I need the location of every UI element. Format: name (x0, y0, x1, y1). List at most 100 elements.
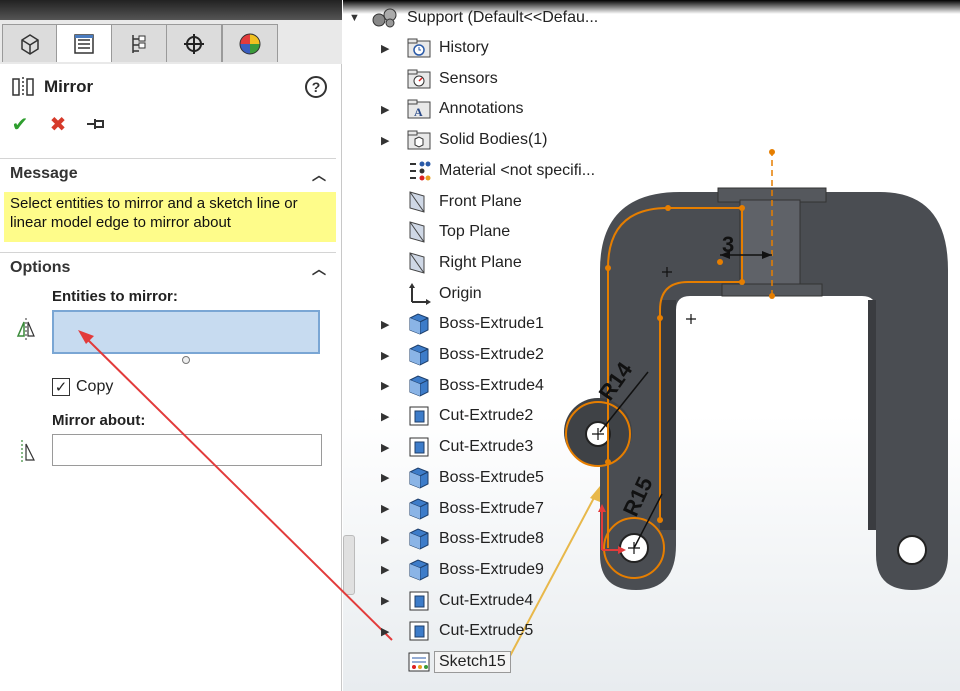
property-manager: Mirror ? ✔ ✖ Message ︿ Select entities t… (0, 0, 342, 691)
chevron-right-icon[interactable]: ▶ (381, 349, 391, 362)
history-folder-icon (405, 35, 433, 61)
annotations-folder-icon: A (405, 96, 433, 122)
tree-item-boss-extrude5[interactable]: ▶ Boss-Extrude5 (343, 464, 643, 492)
tab-display-manager[interactable] (222, 24, 278, 62)
tree-item-label: Top Plane (439, 223, 511, 241)
tree-root[interactable]: ▼ Support (Default<<Defau... (343, 4, 643, 32)
sensors-folder-icon (405, 66, 433, 92)
tree-item-right-plane[interactable]: Right Plane (343, 249, 643, 277)
part-icon (371, 5, 399, 31)
tree-item-cut-extrude3[interactable]: ▶ Cut-Extrude3 (343, 433, 643, 461)
top-strip (0, 0, 342, 20)
tree-item-annotations[interactable]: ▶ A Annotations (343, 95, 643, 123)
tree-item-label: Solid Bodies(1) (439, 131, 548, 149)
tree-item-label: Origin (439, 284, 482, 302)
chevron-right-icon[interactable]: ▶ (381, 625, 391, 638)
svg-text:A: A (414, 105, 423, 119)
tree-item-front-plane[interactable]: Front Plane (343, 188, 643, 216)
ok-button[interactable]: ✔ (8, 112, 32, 136)
tree-item-cut-extrude5[interactable]: ▶ Cut-Extrude5 (343, 617, 643, 645)
tab-configuration-manager[interactable] (111, 24, 167, 62)
help-icon[interactable]: ? (305, 76, 327, 98)
tree-item-top-plane[interactable]: Top Plane (343, 218, 643, 246)
mirror-about-icon (21, 440, 35, 462)
chevron-right-icon[interactable]: ▶ (381, 563, 391, 576)
chevron-right-icon[interactable]: ▶ (381, 379, 391, 392)
tree-item-sensors[interactable]: Sensors (343, 65, 643, 93)
chevron-up-icon[interactable]: ︿ (312, 165, 326, 185)
entities-to-mirror-field[interactable] (52, 310, 320, 364)
chevron-right-icon[interactable]: ▶ (381, 533, 391, 546)
tree-item-label: Front Plane (439, 192, 522, 210)
cut-extrude-icon (405, 403, 433, 429)
resize-handle[interactable] (182, 356, 190, 364)
boss-extrude-icon (405, 311, 433, 337)
tree-item-label: Sensors (439, 69, 498, 87)
chevron-right-icon[interactable]: ▶ (381, 103, 391, 116)
boss-extrude-icon (405, 496, 433, 522)
chevron-right-icon[interactable]: ▶ (381, 471, 391, 484)
tree-item-label: Boss-Extrude4 (439, 376, 544, 394)
tree-item-label: Boss-Extrude1 (439, 315, 544, 333)
tree-item-label: Boss-Extrude2 (439, 346, 544, 363)
pushpin-icon (87, 119, 104, 129)
mirror-about-field[interactable] (52, 434, 322, 466)
tree-item-cut-extrude4[interactable]: ▶ Cut-Extrude4 (343, 587, 643, 615)
solid-bodies-folder-icon (405, 127, 433, 153)
tree-item-label: Cut-Extrude2 (439, 407, 534, 425)
copy-option[interactable]: ✓ Copy (52, 378, 113, 396)
tree-item-boss-extrude4[interactable]: ▶ Boss-Extrude4 (343, 372, 643, 400)
message-section-header[interactable]: Message ︿ (0, 158, 336, 188)
cut-extrude-icon (405, 434, 433, 460)
tab-property-manager[interactable] (56, 24, 112, 62)
plane-icon (405, 189, 433, 215)
feature-title: Mirror (10, 74, 93, 100)
action-buttons: ✔ ✖ (8, 112, 108, 136)
tree-item-material-not-specifi[interactable]: Material <not specifi... (343, 157, 643, 185)
chevron-right-icon[interactable]: ▶ (381, 134, 391, 147)
boss-extrude-icon (405, 373, 433, 399)
boss-extrude-icon (405, 342, 433, 368)
tree-item-cut-extrude2[interactable]: ▶ Cut-Extrude2 (343, 402, 643, 430)
tree-item-label: Annotations (439, 100, 524, 118)
chevron-right-icon[interactable]: ▶ (381, 594, 391, 607)
copy-checkbox[interactable]: ✓ (52, 378, 70, 396)
tree-item-sketch15[interactable]: Sketch15 (343, 648, 643, 676)
tree-item-boss-extrude2[interactable]: ▶ Boss-Extrude2 (343, 341, 643, 369)
tree-item-label: Material <not specifi... (439, 161, 596, 179)
copy-label: Copy (76, 378, 114, 395)
tree-item-history[interactable]: ▶ History (343, 34, 643, 62)
mirror-icon (12, 77, 34, 97)
boss-extrude-icon (405, 526, 433, 552)
chevron-up-icon[interactable]: ︿ (312, 259, 326, 279)
tree-item-boss-extrude7[interactable]: ▶ Boss-Extrude7 (343, 495, 643, 523)
manager-tabs (0, 0, 342, 64)
display-manager-icon (239, 33, 261, 54)
tree-item-label: Right Plane (439, 253, 522, 271)
tree-item-label: Boss-Extrude8 (439, 530, 544, 548)
tree-item-boss-extrude8[interactable]: ▶ Boss-Extrude8 (343, 525, 643, 553)
options-section-header[interactable]: Options ︿ (0, 252, 336, 282)
cancel-button[interactable]: ✖ (46, 112, 70, 136)
material-icon (405, 158, 433, 184)
tree-item-boss-extrude9[interactable]: ▶ Boss-Extrude9 (343, 556, 643, 584)
chevron-right-icon[interactable]: ▶ (381, 318, 391, 331)
tree-item-solid-bodies-1[interactable]: ▶ Solid Bodies(1) (343, 126, 643, 154)
chevron-right-icon[interactable]: ▶ (381, 441, 391, 454)
feature-manager-icon (21, 33, 39, 55)
chevron-right-icon[interactable]: ▶ (381, 502, 391, 515)
message-text: Select entities to mirror and a sketch l… (4, 192, 336, 242)
pushpin-button[interactable] (84, 112, 108, 136)
cut-extrude-icon (405, 618, 433, 644)
tree-item-label: Cut-Extrude4 (439, 591, 534, 609)
chevron-down-icon[interactable]: ▼ (349, 12, 360, 24)
tree-item-origin[interactable]: Origin (343, 280, 643, 308)
tree-item-label: Boss-Extrude9 (439, 560, 544, 578)
chevron-right-icon[interactable]: ▶ (381, 42, 391, 55)
tree-item-boss-extrude1[interactable]: ▶ Boss-Extrude1 (343, 310, 643, 338)
chevron-right-icon[interactable]: ▶ (381, 410, 391, 423)
page-title: Mirror (44, 77, 94, 96)
tab-dimxpert-manager[interactable] (166, 24, 222, 62)
tab-feature-manager[interactable] (2, 24, 58, 62)
tree-item-label: History (439, 39, 489, 56)
